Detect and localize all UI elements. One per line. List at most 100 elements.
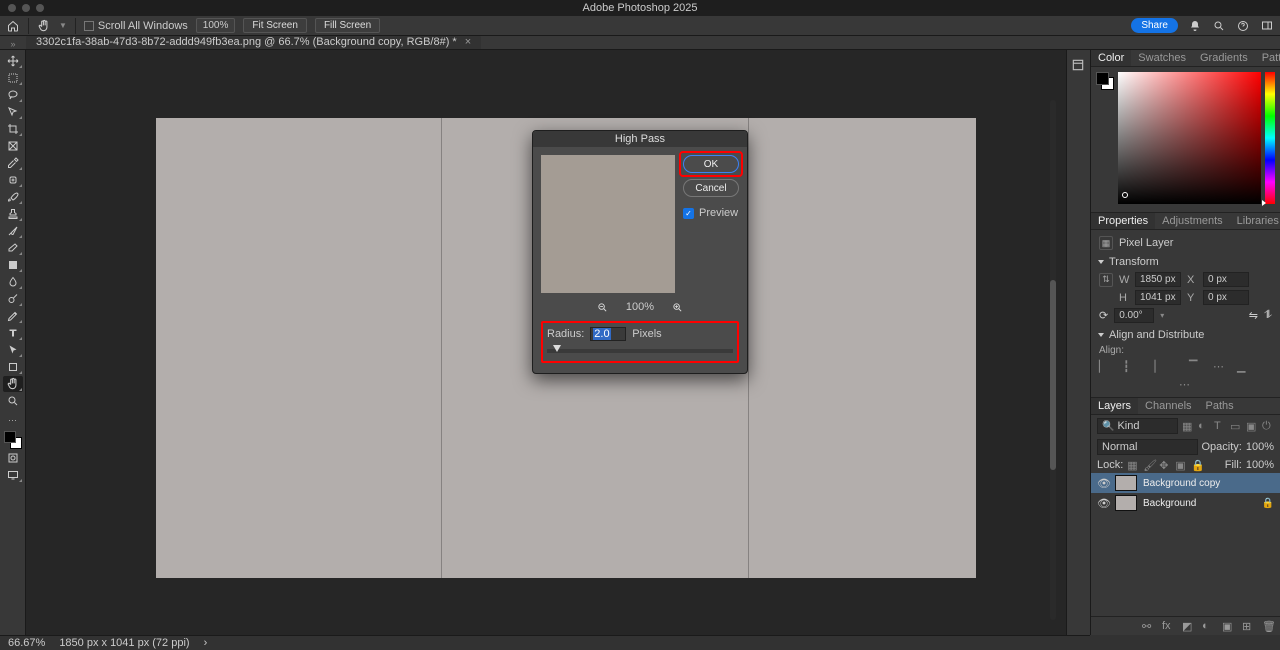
group-icon[interactable]: ▣	[1222, 620, 1234, 632]
cancel-button[interactable]: Cancel	[683, 179, 739, 197]
tab-paths[interactable]: Paths	[1199, 398, 1241, 414]
notifications-icon[interactable]	[1188, 19, 1202, 33]
align-left-icon[interactable]: ▏	[1099, 360, 1113, 374]
zoom-in-icon[interactable]	[672, 302, 683, 313]
blend-mode-select[interactable]: Normal	[1097, 439, 1198, 455]
adjustment-layer-icon[interactable]: ◐	[1202, 620, 1214, 632]
foreground-background-swatch[interactable]	[4, 431, 22, 449]
layer-fx-icon[interactable]: fx	[1162, 620, 1174, 632]
filter-smart-icon[interactable]: ▣	[1246, 420, 1258, 432]
scroll-all-windows-checkbox[interactable]: Scroll All Windows	[84, 20, 188, 32]
tab-swatches[interactable]: Swatches	[1131, 50, 1193, 66]
layer-name[interactable]: Background copy	[1143, 478, 1220, 489]
lock-all-icon[interactable]: 🔒	[1191, 459, 1203, 471]
color-swatch-icon[interactable]	[1096, 72, 1114, 90]
healing-tool[interactable]	[3, 172, 23, 188]
tab-libraries[interactable]: Libraries	[1230, 213, 1280, 229]
new-layer-icon[interactable]: ⊞	[1242, 620, 1254, 632]
shape-tool[interactable]	[3, 359, 23, 375]
layer-item[interactable]: 👁 Background 🔒	[1091, 493, 1280, 513]
lasso-tool[interactable]	[3, 87, 23, 103]
quick-select-tool[interactable]	[3, 104, 23, 120]
share-button[interactable]: Share	[1131, 18, 1178, 33]
tab-channels[interactable]: Channels	[1138, 398, 1198, 414]
link-wh-icon[interactable]: ⇅	[1099, 273, 1113, 287]
maximize-window-icon[interactable]	[36, 4, 44, 12]
width-field[interactable]: 1850 px	[1135, 272, 1181, 287]
align-vcenter-icon[interactable]: ⋯	[1213, 360, 1227, 374]
hand-tool[interactable]	[3, 376, 23, 392]
history-brush-tool[interactable]	[3, 223, 23, 239]
blur-tool[interactable]	[3, 274, 23, 290]
status-zoom[interactable]: 66.67%	[8, 637, 45, 649]
dialog-preview[interactable]	[541, 155, 675, 293]
history-panel-icon[interactable]	[1071, 58, 1087, 74]
brush-tool[interactable]	[3, 189, 23, 205]
fill-screen-button[interactable]: Fill Screen	[315, 18, 380, 33]
opacity-value[interactable]: 100%	[1246, 441, 1274, 453]
align-hcenter-icon[interactable]: ┇	[1123, 360, 1137, 374]
filter-adjust-icon[interactable]: ◐	[1198, 420, 1210, 432]
help-icon[interactable]	[1236, 19, 1250, 33]
close-tab-icon[interactable]: ×	[465, 36, 471, 48]
radius-slider[interactable]	[547, 349, 733, 353]
lock-pos-icon[interactable]: ✥	[1159, 459, 1171, 471]
type-tool[interactable]	[3, 325, 23, 341]
tab-color[interactable]: Color	[1091, 50, 1131, 66]
align-bottom-icon[interactable]: ▁	[1237, 360, 1251, 374]
tab-properties[interactable]: Properties	[1091, 213, 1155, 229]
lock-paint-icon[interactable]: 🖌	[1143, 459, 1155, 471]
align-right-icon[interactable]: ▕	[1147, 360, 1161, 374]
radius-input[interactable]: 2.0	[590, 327, 626, 341]
quick-mask-icon[interactable]	[3, 450, 23, 466]
window-controls[interactable]	[8, 4, 44, 12]
visibility-icon[interactable]: 👁	[1097, 497, 1109, 510]
tab-gradients[interactable]: Gradients	[1193, 50, 1255, 66]
minimize-window-icon[interactable]	[22, 4, 30, 12]
tab-adjustments[interactable]: Adjustments	[1155, 213, 1230, 229]
layer-name[interactable]: Background	[1143, 498, 1196, 509]
hue-slider[interactable]	[1265, 72, 1275, 204]
y-field[interactable]: 0 px	[1203, 290, 1249, 305]
preview-checkbox[interactable]: ✓Preview	[683, 207, 739, 219]
crop-tool[interactable]	[3, 121, 23, 137]
close-window-icon[interactable]	[8, 4, 16, 12]
tab-patterns[interactable]: Patterns	[1255, 50, 1280, 66]
frame-tool[interactable]	[3, 138, 23, 154]
filter-toggle-icon[interactable]: ⏻	[1262, 420, 1274, 432]
move-tool[interactable]	[3, 53, 23, 69]
filter-shape-icon[interactable]: ▭	[1230, 420, 1242, 432]
status-more-icon[interactable]: ›	[204, 637, 208, 649]
delete-layer-icon[interactable]: 🗑	[1262, 620, 1274, 632]
align-section[interactable]: Align and Distribute	[1099, 329, 1272, 341]
link-layers-icon[interactable]: ⚯	[1142, 620, 1154, 632]
dodge-tool[interactable]	[3, 291, 23, 307]
document-tab[interactable]: 3302c1fa-38ab-47d3-8b72-addd949fb3ea.png…	[26, 35, 481, 49]
layer-thumbnail[interactable]	[1115, 495, 1137, 511]
color-field[interactable]	[1118, 72, 1261, 204]
fill-value[interactable]: 100%	[1246, 459, 1274, 471]
stamp-tool[interactable]	[3, 206, 23, 222]
flip-h-icon[interactable]: ⇋	[1249, 309, 1258, 322]
status-dims[interactable]: 1850 px x 1041 px (72 ppi)	[59, 637, 189, 649]
height-field[interactable]: 1041 px	[1135, 290, 1181, 305]
angle-field[interactable]: 0.00°	[1114, 308, 1154, 323]
layer-item[interactable]: 👁 Background copy	[1091, 473, 1280, 493]
tab-layers[interactable]: Layers	[1091, 398, 1138, 414]
lock-trans-icon[interactable]: ▦	[1127, 459, 1139, 471]
zoom-value-field[interactable]: 100%	[196, 18, 236, 33]
hand-tool-icon[interactable]	[37, 19, 51, 33]
visibility-icon[interactable]: 👁	[1097, 477, 1109, 490]
transform-section[interactable]: Transform	[1099, 256, 1272, 268]
flip-v-icon[interactable]: ⥮	[1264, 309, 1272, 322]
filter-type-icon[interactable]: T	[1214, 420, 1226, 432]
layer-thumbnail[interactable]	[1115, 475, 1137, 491]
fit-screen-button[interactable]: Fit Screen	[243, 18, 307, 33]
pen-tool[interactable]	[3, 308, 23, 324]
layer-mask-icon[interactable]: ◩	[1182, 620, 1194, 632]
zoom-tool[interactable]	[3, 393, 23, 409]
search-icon[interactable]	[1212, 19, 1226, 33]
eraser-tool[interactable]	[3, 240, 23, 256]
tab-pin-icon[interactable]: »	[0, 39, 26, 49]
filter-pixel-icon[interactable]: ▦	[1182, 420, 1194, 432]
